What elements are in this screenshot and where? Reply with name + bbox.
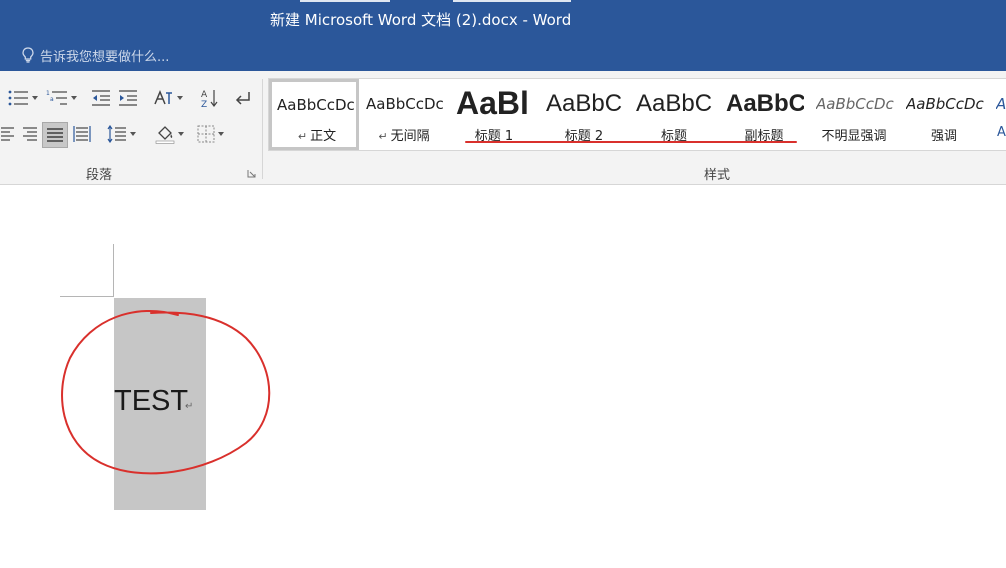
chevron-down-icon bbox=[70, 96, 77, 100]
align-right-button[interactable] bbox=[17, 123, 41, 145]
increase-indent-button[interactable] bbox=[115, 87, 141, 109]
style-preview: AaBbC bbox=[546, 90, 623, 117]
multilevel-list-button[interactable]: 1 a bbox=[44, 87, 78, 109]
style-name: 不明显强调 bbox=[821, 129, 887, 144]
show-marks-button[interactable] bbox=[230, 87, 256, 109]
window-title: 新建 Microsoft Word 文档 (2).docx - Word bbox=[270, 11, 572, 29]
chevron-down-icon bbox=[176, 96, 183, 100]
style-subtitle[interactable]: AaBbC 副标题 bbox=[719, 79, 809, 150]
document-canvas[interactable]: TEST ↵ bbox=[0, 185, 1006, 568]
align-left-button[interactable] bbox=[0, 123, 16, 145]
distributed-icon bbox=[73, 126, 91, 142]
line-spacing-button[interactable] bbox=[104, 123, 138, 145]
style-preview: AaBl bbox=[456, 85, 529, 121]
style-preview: AaBbCcDc bbox=[366, 95, 444, 113]
style-preview: AaBbC bbox=[726, 90, 804, 117]
tab-indicator bbox=[300, 0, 390, 2]
style-preview: AaBbCcDc bbox=[906, 95, 984, 113]
style-heading-2[interactable]: AaBbC 标题 2 bbox=[539, 79, 629, 150]
style-name: ↵ 正文 bbox=[297, 129, 337, 144]
chevron-down-icon bbox=[129, 132, 136, 136]
align-left-icon bbox=[1, 127, 14, 141]
style-name: ↵ 无间隔 bbox=[378, 129, 430, 144]
tell-me-box[interactable]: 告诉我您想要做什么... bbox=[22, 46, 170, 65]
paragraph-group-label: 段落 bbox=[86, 168, 113, 183]
justify-icon bbox=[47, 128, 63, 142]
word-window: 新建 Microsoft Word 文档 (2).docx - Word 告诉我… bbox=[0, 0, 1006, 568]
style-no-spacing[interactable]: AaBbCcDc ↵ 无间隔 bbox=[359, 79, 449, 150]
distributed-button[interactable] bbox=[70, 123, 94, 145]
sort-button[interactable]: A Z bbox=[196, 87, 222, 109]
shading-button[interactable] bbox=[150, 123, 188, 145]
svg-text:Z: Z bbox=[201, 100, 207, 108]
dialog-launcher-icon[interactable] bbox=[247, 169, 256, 178]
borders-icon bbox=[197, 125, 214, 143]
tell-me-text: 告诉我您想要做什么... bbox=[40, 49, 170, 65]
chinese-layout-button[interactable] bbox=[148, 87, 186, 109]
paint-bucket-icon bbox=[155, 126, 174, 144]
bullet-list-icon bbox=[8, 90, 28, 106]
title-bar: 新建 Microsoft Word 文档 (2).docx - Word 告诉我… bbox=[0, 0, 1006, 71]
style-title[interactable]: AaBbC 标题 bbox=[629, 79, 719, 150]
chevron-down-icon bbox=[177, 132, 184, 136]
crop-mark bbox=[113, 244, 114, 297]
justify-button[interactable] bbox=[42, 122, 68, 148]
chevron-down-icon bbox=[217, 132, 224, 136]
style-preview: AaBbCcDc bbox=[816, 95, 894, 113]
paragraph-mark: ↵ bbox=[378, 130, 388, 143]
svg-text:a: a bbox=[50, 96, 54, 103]
styles-group-label: 样式 bbox=[704, 168, 731, 183]
bullets-button[interactable] bbox=[4, 87, 40, 109]
style-next[interactable]: A A bbox=[989, 79, 1006, 150]
lightbulb-icon bbox=[22, 47, 34, 63]
tab-indicator bbox=[453, 0, 571, 2]
style-preview: A bbox=[996, 95, 1006, 113]
annotation-underline bbox=[465, 141, 797, 143]
paragraph-mark: ↵ bbox=[297, 130, 308, 143]
align-right-icon bbox=[23, 127, 37, 141]
line-spacing-icon bbox=[107, 125, 126, 143]
chevron-down-icon bbox=[31, 96, 38, 100]
style-heading-1[interactable]: AaBl 标题 1 bbox=[449, 79, 539, 150]
style-preview: AaBbC bbox=[636, 90, 713, 117]
svg-text:A: A bbox=[201, 90, 208, 100]
paragraph-mark-icon bbox=[235, 92, 250, 105]
borders-button[interactable] bbox=[192, 123, 228, 145]
sort-az-icon: A Z bbox=[201, 90, 218, 108]
decrease-indent-button[interactable] bbox=[88, 87, 114, 109]
style-preview: AaBbCcDc bbox=[277, 96, 355, 114]
style-name: 强调 bbox=[930, 129, 957, 144]
decrease-indent-icon bbox=[92, 90, 110, 106]
style-name: A bbox=[997, 125, 1006, 140]
annotation-circle bbox=[61, 310, 271, 475]
group-separator bbox=[262, 79, 263, 179]
text-direction-icon bbox=[153, 90, 172, 105]
style-emphasis[interactable]: AaBbCcDc 强调 bbox=[899, 79, 989, 150]
crop-mark bbox=[60, 296, 114, 297]
style-subtle-emphasis[interactable]: AaBbCcDc 不明显强调 bbox=[809, 79, 899, 150]
style-normal[interactable]: AaBbCcDc ↵ 正文 bbox=[269, 79, 359, 150]
multilevel-list-icon: 1 a bbox=[46, 90, 67, 105]
increase-indent-icon bbox=[119, 90, 137, 106]
